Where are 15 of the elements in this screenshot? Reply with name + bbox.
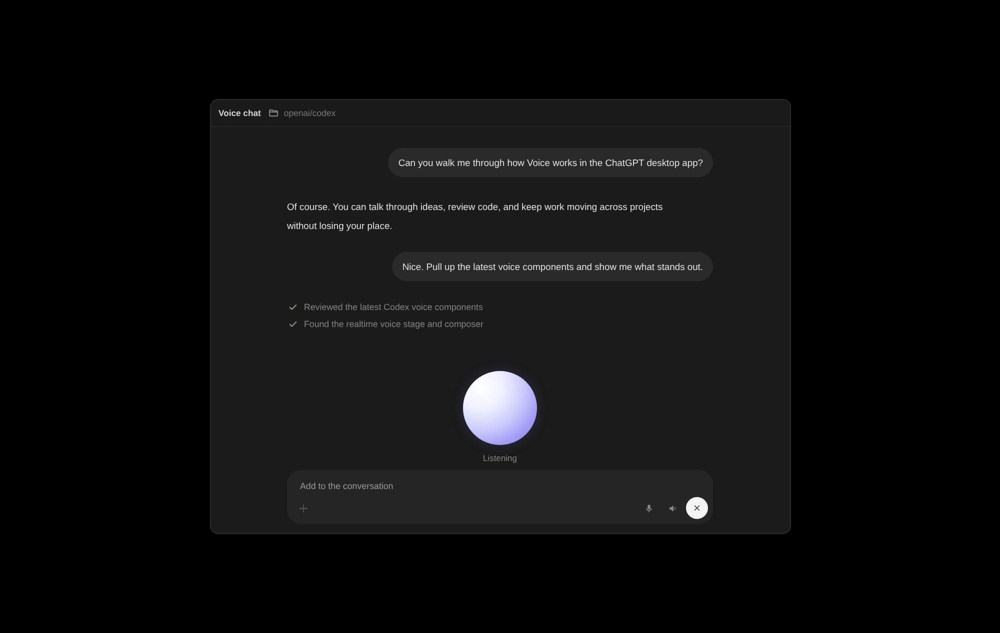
speaker-icon	[669, 504, 677, 512]
activity-item: Reviewed the latest Codex voice components	[304, 302, 483, 312]
voice-status: Listening	[482, 453, 518, 463]
message-input[interactable]: Add to the conversation	[300, 480, 600, 492]
plus-icon	[299, 504, 308, 512]
folder-icon	[268, 109, 278, 117]
window-title: Voice chat	[218, 108, 261, 118]
close-icon	[694, 505, 700, 511]
user-message: Nice. Pull up the latest voice components and show me what stands out.	[392, 252, 713, 281]
project-path: openai/codex	[284, 108, 336, 118]
user-message: Can you walk me through how Voice works in the ChatGPT desktop app?	[388, 148, 713, 177]
assistant-message: Of course. You can talk through ideas, review code, and keep work moving across projects without losing your place.	[287, 200, 664, 233]
microphone-icon	[646, 504, 652, 512]
activity-item: Found the realtime voice stage and composer	[304, 318, 484, 328]
close-button[interactable]	[686, 497, 708, 519]
